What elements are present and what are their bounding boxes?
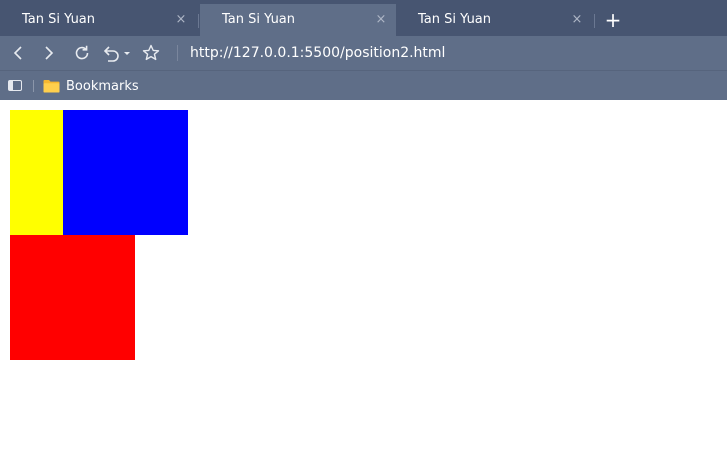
tab-close-icon[interactable]: × (570, 4, 584, 36)
yellow-box (10, 110, 63, 235)
tab-title: Tan Si Yuan (222, 12, 296, 27)
chevron-left-icon (13, 46, 22, 60)
red-box (10, 235, 135, 360)
reload-icon (75, 45, 89, 60)
reload-button[interactable] (70, 41, 94, 65)
folder-icon (43, 80, 60, 93)
address-bar-url[interactable]: http://127.0.0.1:5500/position2.html (190, 36, 445, 70)
browser-window: Tan Si Yuan × Tan Si Yuan × Tan Si Yuan … (0, 0, 727, 452)
undo-button[interactable] (99, 41, 133, 65)
tab-close-icon[interactable]: × (174, 4, 188, 36)
tab-close-icon[interactable]: × (374, 4, 388, 36)
navigation-bar: http://127.0.0.1:5500/position2.html (0, 36, 727, 70)
tab-strip: Tan Si Yuan × Tan Si Yuan × Tan Si Yuan … (0, 0, 727, 36)
nav-divider (177, 45, 178, 61)
sidebar-toggle-icon[interactable] (8, 80, 22, 91)
tab-2-active[interactable]: Tan Si Yuan × (200, 4, 396, 36)
blue-box (63, 110, 188, 235)
tab-separator (594, 14, 595, 28)
tab-separator (198, 14, 199, 28)
bookmarks-folder[interactable]: Bookmarks (43, 71, 139, 101)
tab-title: Tan Si Yuan (22, 12, 96, 27)
new-tab-plus-icon[interactable]: + (602, 6, 624, 34)
tab-title: Tan Si Yuan (418, 12, 492, 27)
undo-icon (103, 46, 130, 62)
tab-3[interactable]: Tan Si Yuan × (396, 4, 592, 36)
bookmarks-bar: Bookmarks (0, 70, 727, 100)
tab-1[interactable]: Tan Si Yuan × (0, 4, 196, 36)
chevron-right-icon (45, 46, 54, 60)
bookmark-star-button[interactable] (139, 41, 163, 65)
page-content (0, 100, 727, 452)
bookmarks-folder-label: Bookmarks (66, 78, 139, 94)
back-button[interactable] (6, 41, 30, 65)
bookmarks-divider (33, 80, 34, 92)
star-icon (142, 44, 160, 61)
forward-button[interactable] (37, 41, 61, 65)
